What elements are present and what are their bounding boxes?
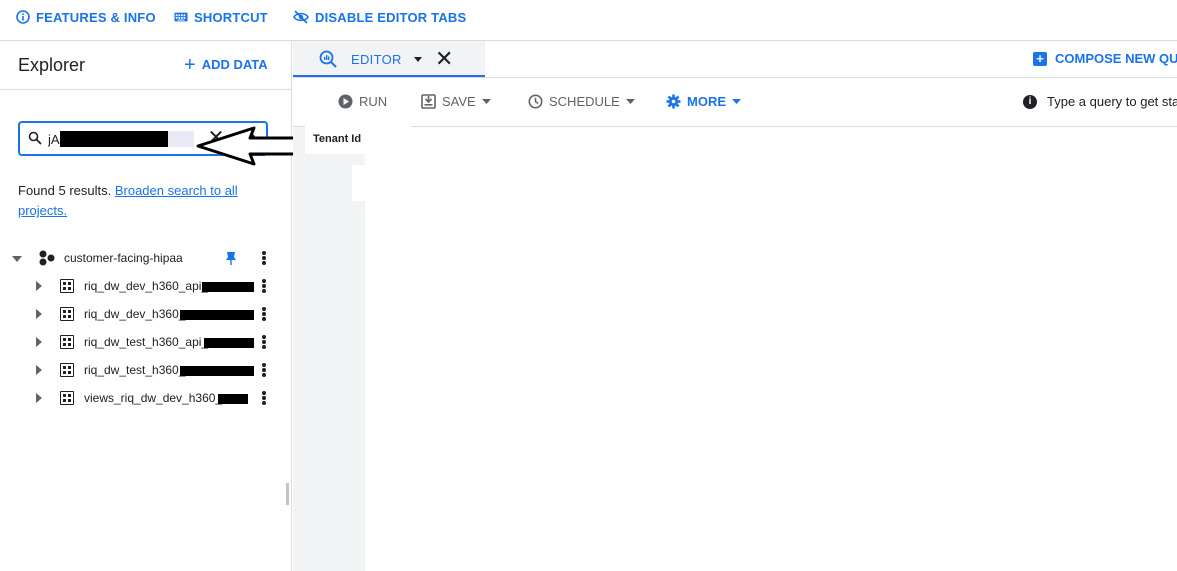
- gutter-cell: [352, 165, 365, 201]
- explorer-title: Explorer: [18, 55, 86, 75]
- query-toolbar: RUN SAVE SCHEDULE MORE i Type a query to…: [293, 78, 1177, 127]
- dataset-label: views_riq_dw_dev_h360_: [84, 391, 223, 405]
- dataset-row[interactable]: riq_dw_dev_h360_api_: [0, 272, 280, 300]
- chevron-down-icon: [481, 98, 491, 104]
- save-label: SAVE: [442, 94, 476, 109]
- project-icon: [39, 250, 55, 266]
- features-info-button[interactable]: FEATURES & INFO: [16, 8, 156, 26]
- expand-right-icon[interactable]: [34, 281, 44, 291]
- info-icon: [16, 10, 30, 24]
- disable-editor-tabs-button[interactable]: DISABLE EDITOR TABS: [293, 8, 466, 26]
- tab-close-icon[interactable]: ✕: [435, 46, 453, 72]
- disable-editor-tabs-label: DISABLE EDITOR TABS: [315, 9, 467, 25]
- plus-icon: +: [184, 53, 196, 76]
- dataset-more-icon[interactable]: [262, 279, 266, 293]
- redaction-mark: [204, 338, 254, 348]
- save-icon: [421, 94, 436, 109]
- keyboard-icon: [174, 12, 188, 22]
- dataset-icon: [60, 363, 74, 377]
- chevron-down-icon: [625, 98, 635, 104]
- search-results-summary: Found 5 results. Broaden search to all p…: [18, 181, 258, 221]
- shortcut-label: SHORTCUT: [194, 9, 268, 25]
- compose-new-query-label: COMPOSE NEW QUE: [1055, 51, 1177, 66]
- dataset-row[interactable]: riq_dw_dev_h360_: [0, 300, 280, 328]
- search-icon: [28, 131, 42, 145]
- query-icon: [319, 50, 337, 68]
- play-icon: [338, 94, 353, 109]
- dataset-icon: [60, 335, 74, 349]
- tab-editor[interactable]: EDITOR ✕: [293, 41, 485, 77]
- more-button[interactable]: MORE: [666, 94, 741, 109]
- query-hint: i Type a query to get sta: [1023, 94, 1177, 109]
- redaction-mark: [218, 394, 248, 404]
- add-data-button[interactable]: + ADD DATA: [184, 53, 268, 76]
- redaction-mark: [60, 131, 168, 147]
- project-more-icon[interactable]: [262, 251, 266, 265]
- top-bar: FEATURES & INFO SHORTCUT DISABLE EDITOR …: [0, 0, 1177, 41]
- dataset-icon: [60, 279, 74, 293]
- tab-menu-icon[interactable]: [413, 55, 423, 63]
- editor-tab-bar: EDITOR ✕ + COMPOSE NEW QUE: [293, 41, 1177, 78]
- dataset-more-icon[interactable]: [262, 391, 266, 405]
- project-row[interactable]: customer-facing-hipaa: [0, 244, 280, 272]
- schedule-label: SCHEDULE: [549, 94, 620, 109]
- dataset-more-icon[interactable]: [262, 307, 266, 321]
- features-info-label: FEATURES & INFO: [36, 9, 156, 25]
- dataset-row[interactable]: riq_dw_test_h360_: [0, 356, 280, 384]
- dataset-row[interactable]: riq_dw_test_h360_api_: [0, 328, 280, 356]
- annotation-arrow: [196, 126, 304, 166]
- query-hint-text: Type a query to get sta: [1047, 94, 1177, 109]
- explorer-panel: Explorer + ADD DATA ✕ Found 5 results. B…: [0, 41, 292, 571]
- dataset-row[interactable]: views_riq_dw_dev_h360_: [0, 384, 280, 412]
- eye-off-icon: [293, 10, 309, 24]
- dataset-more-icon[interactable]: [262, 335, 266, 349]
- redaction-mark: [180, 366, 254, 376]
- dataset-label: riq_dw_dev_h360_: [84, 307, 186, 321]
- save-button[interactable]: SAVE: [421, 94, 491, 109]
- redaction-mark: [180, 310, 254, 320]
- dataset-more-icon[interactable]: [262, 363, 266, 377]
- dataset-icon: [60, 307, 74, 321]
- more-label: MORE: [687, 94, 726, 109]
- expand-right-icon[interactable]: [34, 337, 44, 347]
- dataset-label: riq_dw_test_h360_: [84, 363, 186, 377]
- pin-icon[interactable]: [225, 251, 237, 265]
- expand-down-icon[interactable]: [12, 254, 22, 264]
- tab-editor-label: EDITOR: [351, 52, 402, 67]
- redaction-highlight: [168, 131, 194, 147]
- redaction-mark: [202, 282, 254, 292]
- expand-right-icon[interactable]: [34, 309, 44, 319]
- info-icon: i: [1023, 94, 1037, 109]
- schedule-button[interactable]: SCHEDULE: [528, 94, 635, 109]
- dataset-label: riq_dw_test_h360_api_: [84, 335, 209, 349]
- project-name: customer-facing-hipaa: [64, 251, 183, 265]
- run-button[interactable]: RUN: [338, 94, 387, 109]
- compose-new-query-button[interactable]: + COMPOSE NEW QUE: [1033, 51, 1177, 66]
- expand-right-icon[interactable]: [34, 365, 44, 375]
- chevron-down-icon: [732, 98, 741, 104]
- expand-right-icon[interactable]: [34, 393, 44, 403]
- results-count-text: Found 5 results.: [18, 183, 112, 198]
- query-editor-area[interactable]: [365, 127, 1177, 571]
- divider: [0, 89, 292, 90]
- dataset-icon: [60, 391, 74, 405]
- column-header-tenant-id: Tenant Id: [305, 122, 411, 154]
- add-data-label: ADD DATA: [201, 57, 268, 72]
- run-label: RUN: [359, 94, 388, 109]
- clock-icon: [528, 94, 543, 109]
- panel-resize-handle[interactable]: [286, 483, 289, 505]
- gear-icon: [666, 94, 681, 109]
- shortcut-button[interactable]: SHORTCUT: [174, 8, 268, 26]
- add-box-icon: +: [1033, 51, 1047, 66]
- dataset-label: riq_dw_dev_h360_api_: [84, 279, 209, 293]
